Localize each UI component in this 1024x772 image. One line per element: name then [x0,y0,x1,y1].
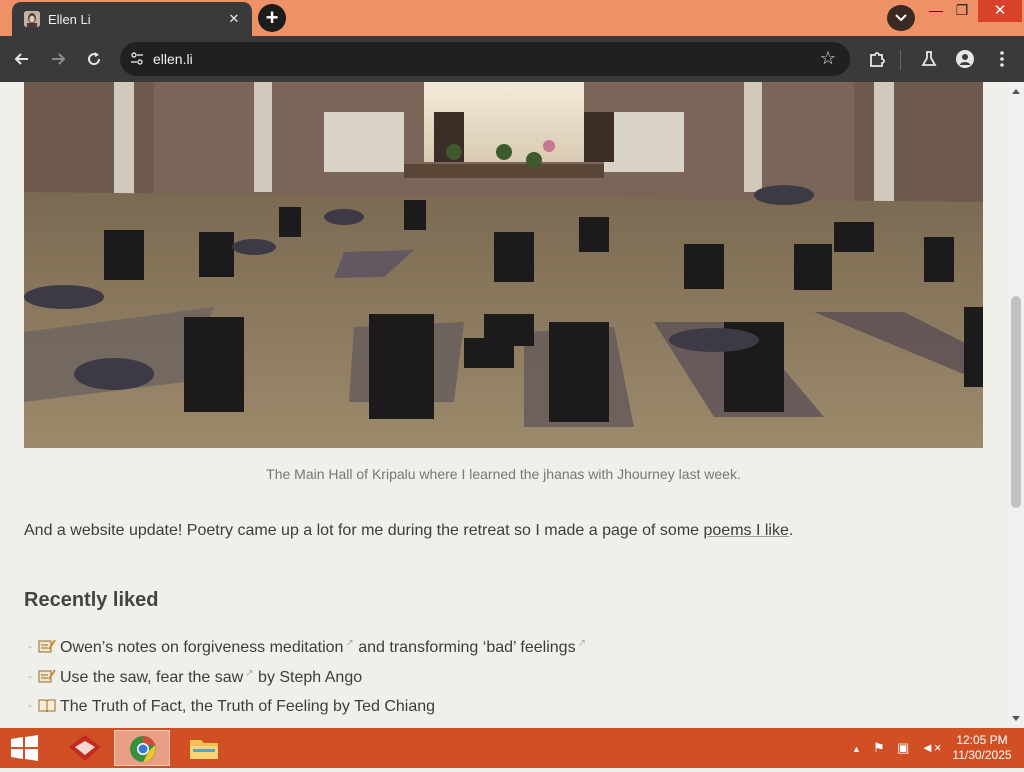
liked-link[interactable]: The Truth of Fact, the Truth of Feeling [60,698,329,715]
profile-button[interactable] [952,46,978,72]
system-clock[interactable]: 12:05 PM 11/30/2025 [940,733,1024,763]
liked-link[interactable]: Owen’s notes on forgiveness meditation [60,639,343,656]
puzzle-icon [870,52,885,67]
folder-icon [190,740,218,759]
close-window-button[interactable]: ✕ [978,0,1022,22]
network-icon[interactable]: ▣ [897,740,909,756]
forward-button[interactable] [45,46,71,72]
external-link-icon: ↗ [577,638,586,649]
taskbar-app-1[interactable] [57,730,113,766]
bookmark-star-icon[interactable]: ☆ [820,48,836,69]
forward-arrow-icon [52,53,66,65]
list-item: - Use the saw, fear the saw ↗ by Steph Ang… [28,668,586,698]
liked-text: and transforming [353,639,483,656]
show-hidden-icons[interactable]: ▲ [852,744,861,754]
site-info-icon[interactable] [129,51,145,67]
taskbar-browser[interactable] [114,730,170,766]
red-app-icon [69,735,101,761]
flask-icon [921,51,937,66]
bullet-icon: - [28,639,32,653]
poems-link[interactable]: poems I like [704,522,789,539]
bullet-icon: - [28,669,32,683]
labs-button[interactable] [916,46,942,72]
tab-close-icon[interactable]: ✕ [224,9,244,29]
favicon-icon [24,11,40,27]
windows-taskbar: ▲ ⚑ ▣ ◄× 12:05 PM 11/30/2025 [0,728,1024,768]
clock-time: 12:05 PM [956,733,1008,747]
new-tab-button[interactable]: + [258,4,286,32]
section-heading: Recently liked [24,589,159,611]
toolbar-divider [900,50,901,70]
page-content[interactable]: The Main Hall of Kripalu where I learned… [0,82,1024,728]
reload-icon [88,52,101,66]
back-arrow-icon [14,53,28,65]
tab-strip: Ellen Li ✕ + — ❐ ✕ [0,0,1024,36]
restore-button[interactable]: ❐ [947,0,977,22]
bullet-icon: - [28,698,32,712]
browser-tab[interactable]: Ellen Li ✕ [12,2,252,36]
back-button[interactable] [9,46,35,72]
website-update-paragraph: And a website update! Poetry came up a l… [24,522,793,540]
url-text[interactable]: ellen.li [153,51,193,67]
scroll-up-arrow-icon[interactable] [1012,89,1020,94]
external-link-icon: ↗ [345,638,354,649]
memo-icon [38,669,56,683]
update-end: . [788,522,794,539]
start-button[interactable] [0,730,56,766]
photo-caption: The Main Hall of Kripalu where I learned… [266,466,741,482]
meditation-hall-photo [24,82,983,448]
volume-muted-icon[interactable]: ◄× [921,740,941,755]
browser-toolbar: ellen.li ☆ [0,36,1024,82]
action-center-flag-icon[interactable]: ⚑ [873,740,885,756]
liked-link[interactable]: ‘bad’ feelings [483,639,576,656]
chrome-icon [130,736,156,762]
scrollbar-thumb[interactable] [1011,296,1021,508]
scroll-down-arrow-icon[interactable] [1012,716,1020,721]
tab-search-button[interactable] [887,5,915,31]
memo-icon [38,639,56,653]
tab-title: Ellen Li [48,12,91,27]
menu-button[interactable] [989,46,1015,72]
extensions-button[interactable] [864,46,890,72]
liked-link[interactable]: Use the saw, fear the saw [60,669,243,686]
windows-logo-icon [11,735,38,761]
external-link-icon: ↗ [245,668,254,679]
taskbar-explorer[interactable] [176,730,232,766]
recently-liked-list: - Owen’s notes on forgiveness meditation ↗… [28,638,586,728]
page-scrollbar[interactable] [1008,82,1024,728]
book-icon [38,699,56,712]
liked-text: by Steph Ango [253,669,363,686]
clock-date: 11/30/2025 [952,748,1012,762]
profile-icon [956,50,974,68]
list-item: - Owen’s notes on forgiveness meditation ↗… [28,638,586,668]
update-text: And a website update! Poetry came up a l… [24,522,704,539]
list-item: - The Truth of Fact, the Truth of Feeling… [28,698,586,728]
liked-text: by Ted Chiang [328,698,436,715]
reload-button[interactable] [81,46,107,72]
address-bar[interactable]: ellen.li ☆ [120,42,850,76]
kebab-menu-icon [1000,51,1004,67]
